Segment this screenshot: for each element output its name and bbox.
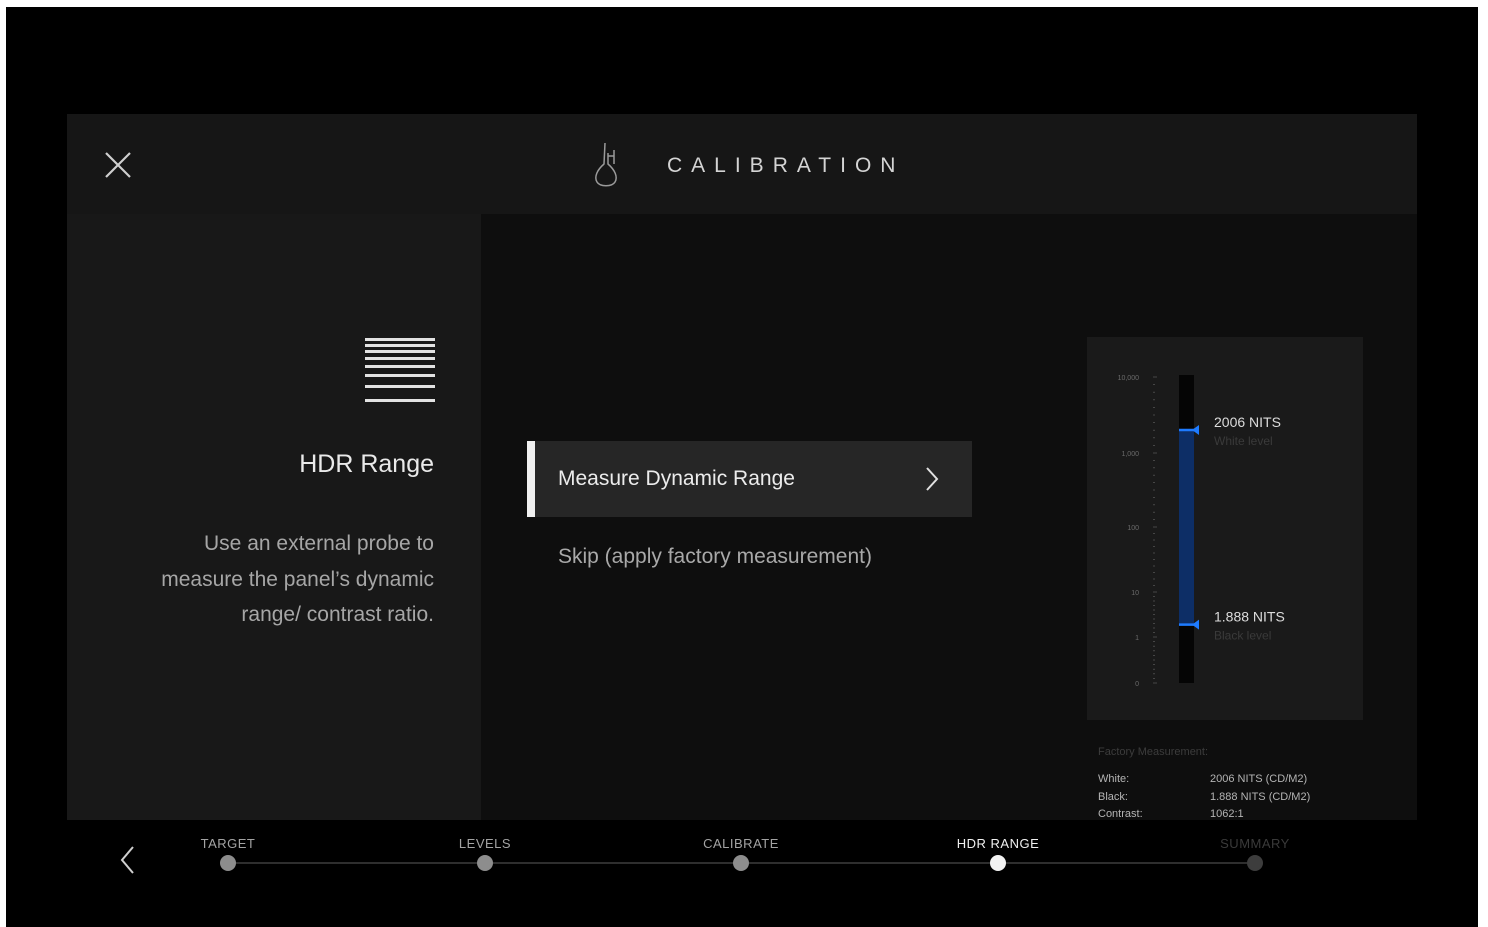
factory-black-value: 1.888 NITS (CD/M2) [1210, 790, 1311, 803]
black-level-value: 1.888 NITS [1214, 609, 1285, 625]
factory-black-key: Black: [1098, 790, 1128, 803]
step-dot-calibrate[interactable] [733, 855, 749, 871]
measure-dynamic-range-button[interactable]: Measure Dynamic Range [527, 441, 972, 517]
gauge-tick-label: 1 [1135, 635, 1139, 642]
factory-row-white: White: 2006 NITS (CD/M2) [1098, 773, 1388, 791]
factory-measurement: Factory Measurement: White: 2006 NITS (C… [1098, 746, 1388, 826]
step-label-levels[interactable]: LEVELS [459, 836, 511, 851]
white-level-label: White level [1214, 434, 1273, 448]
factory-heading: Factory Measurement: [1098, 746, 1209, 758]
white-level-value: 2006 NITS [1214, 414, 1281, 430]
factory-row-black: Black: 1.888 NITS (CD/M2) [1098, 791, 1388, 809]
selection-indicator [527, 441, 535, 517]
step-dot-target[interactable] [220, 855, 236, 871]
calibration-window: CALIBRATION HDR Range Use an external pr… [67, 114, 1417, 874]
step-label-calibrate[interactable]: CALIBRATE [703, 836, 779, 851]
step-dot-hdr-range[interactable] [990, 855, 1006, 871]
probe-logo-icon [595, 142, 617, 187]
progress-stepper: TARGET LEVELS CALIBRATE HDR RANGE SUMMARY [6, 820, 1478, 900]
stepper-track [220, 855, 1263, 871]
step-dot-summary[interactable] [1247, 855, 1263, 871]
step-label-target[interactable]: TARGET [201, 836, 256, 851]
skip-apply-factory-button[interactable]: Skip (apply factory measurement) [558, 545, 872, 569]
gauge-tick-label: 1,000 [1121, 451, 1139, 458]
step-dot-levels[interactable] [477, 855, 493, 871]
screen: CALIBRATION HDR Range Use an external pr… [6, 7, 1478, 927]
gauge-tick-label: 10 [1131, 590, 1139, 597]
close-icon[interactable] [103, 150, 133, 180]
app-title: CALIBRATION [667, 154, 905, 177]
header-bar: CALIBRATION [67, 114, 1417, 214]
factory-contrast-value: 1062:1 [1210, 808, 1244, 820]
step-description: Use an external probe to measure the pan… [161, 532, 434, 626]
black-level-label: Black level [1214, 629, 1271, 643]
hdr-range-icon [365, 338, 435, 402]
factory-white-key: White: [1098, 773, 1130, 785]
gauge-svg: 10,0001,00010010102006 NITSWhite level1.… [1118, 375, 1285, 688]
step-label-hdr-range[interactable]: HDR RANGE [957, 836, 1040, 851]
measure-button-label: Measure Dynamic Range [558, 467, 795, 490]
gauge-tick-label: 100 [1127, 525, 1139, 532]
gauge-range-fill [1179, 430, 1194, 625]
factory-contrast-key: Contrast: [1098, 808, 1143, 820]
nits-gauge: 10,000 1,000 100 10 1 0 2006 NITS White level 1.… [1087, 337, 1363, 720]
info-panel: HDR Range Use an external probe to measu… [67, 214, 481, 874]
factory-white-value: 2006 NITS (CD/M2) [1210, 773, 1308, 785]
step-label-summary[interactable]: SUMMARY [1220, 836, 1290, 851]
gauge-tick-label: 10,000 [1118, 375, 1140, 382]
chevron-right-icon [926, 467, 939, 491]
step-title: HDR Range [299, 450, 434, 478]
gauge-tick-label: 0 [1135, 681, 1139, 688]
